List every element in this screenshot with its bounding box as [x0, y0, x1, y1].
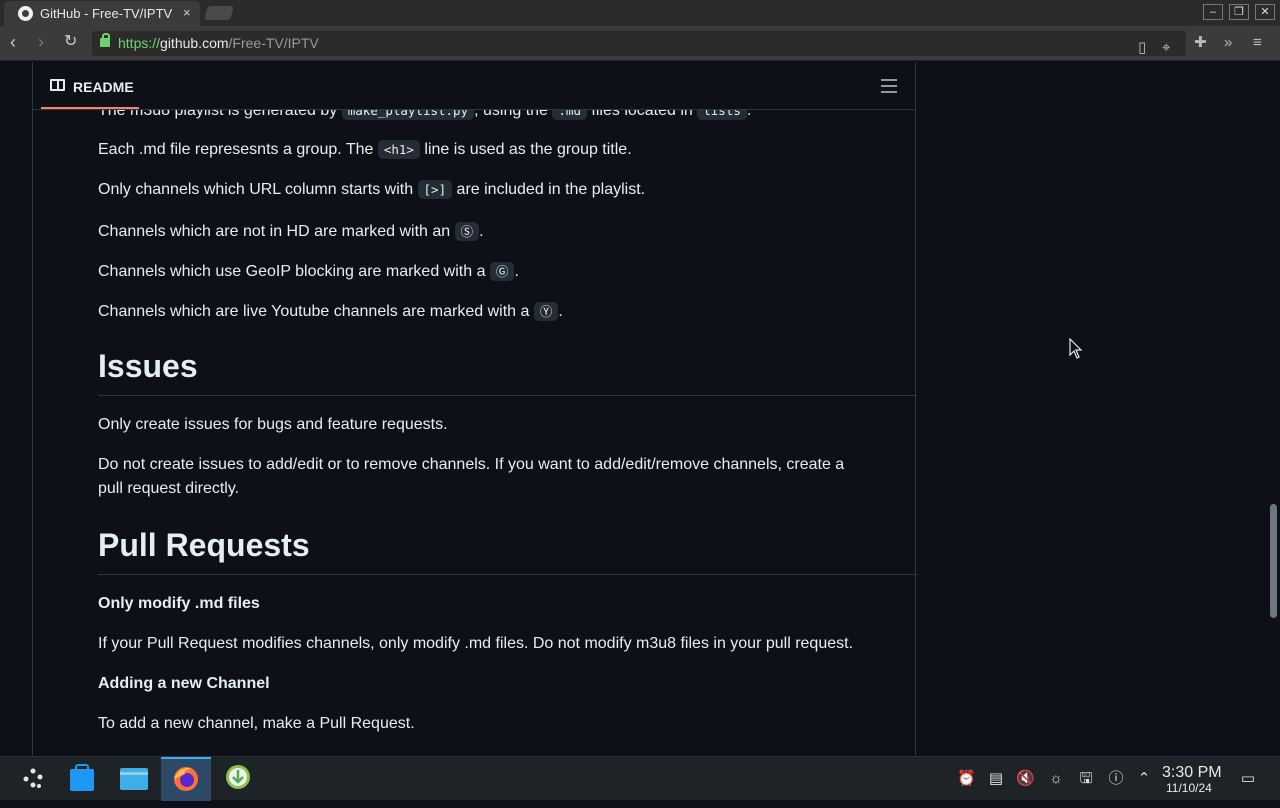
- volume-muted-icon[interactable]: 🔇: [1016, 770, 1035, 788]
- readme-tab[interactable]: README: [73, 79, 134, 95]
- new-tab-button[interactable]: [204, 6, 234, 20]
- paragraph-group: Each .md file represesnts a group. The <…: [98, 140, 632, 159]
- launcher-icon[interactable]: [8, 757, 58, 801]
- show-desktop-icon[interactable]: ▭: [1239, 770, 1257, 788]
- tab-bar: GitHub - Free-TV/IPTV × – ❐ ✕: [0, 0, 1280, 26]
- divider: [98, 574, 917, 575]
- translate-icon[interactable]: ⌖: [1162, 39, 1170, 57]
- overflow-icon[interactable]: »: [1224, 34, 1232, 52]
- help-icon[interactable]: ⓘ: [1107, 770, 1125, 788]
- subheading-only-modify-md: Only modify .md files: [98, 595, 260, 612]
- address-bar[interactable]: https://github.com/Free-TV/IPTV ▯ ⌖: [92, 31, 1186, 56]
- page-content: The m3u8 playlist is generated by make_p…: [0, 62, 1280, 756]
- clock-time[interactable]: 3:30 PM: [1162, 764, 1222, 782]
- brightness-icon[interactable]: ☼: [1047, 770, 1065, 788]
- restore-button[interactable]: ❐: [1229, 4, 1249, 20]
- paragraph-not-hd: Channels which are not in HD are marked …: [98, 222, 484, 241]
- paragraph-youtube: Channels which are live Youtube channels…: [98, 302, 563, 321]
- firefox-icon[interactable]: [161, 757, 211, 801]
- download-manager-icon[interactable]: [213, 757, 263, 801]
- paragraph-url-column: Only channels which URL column starts wi…: [98, 180, 646, 199]
- paragraph-add-channel: To add a new channel, make a Pull Reques…: [98, 715, 415, 732]
- lock-icon: [100, 33, 110, 47]
- code-arrow: [>]: [417, 180, 453, 199]
- mouse-cursor-icon: [1069, 337, 1083, 365]
- paragraph-geoip: Channels which use GeoIP blocking are ma…: [98, 262, 519, 281]
- heading-issues: Issues: [98, 348, 198, 384]
- menu-icon[interactable]: ≡: [1253, 34, 1262, 52]
- paragraph-issues-channels-2: pull request directly.: [98, 480, 240, 497]
- clock-date[interactable]: 11/10/24: [1166, 781, 1212, 795]
- toolbar: ‹ › ↻ https://github.com/Free-TV/IPTV ▯ …: [0, 26, 1280, 61]
- tab-github-iptv[interactable]: GitHub - Free-TV/IPTV ×: [4, 1, 200, 26]
- extensions-icon[interactable]: ✚: [1194, 34, 1207, 52]
- disk-icon[interactable]: 🖫: [1077, 770, 1095, 788]
- scrollbar[interactable]: [1268, 62, 1280, 756]
- tab-close-icon[interactable]: ×: [183, 5, 191, 20]
- url-text[interactable]: https://github.com/Free-TV/IPTV: [118, 35, 319, 51]
- minimize-button[interactable]: –: [1203, 4, 1223, 20]
- readme-header: README: [33, 62, 915, 110]
- paragraph-issues-channels-1: Do not create issues to add/edit or to r…: [98, 456, 845, 473]
- table-of-contents-icon[interactable]: [881, 79, 897, 93]
- divider: [98, 395, 917, 396]
- clipboard-icon[interactable]: ▤: [987, 770, 1005, 788]
- store-icon[interactable]: [57, 757, 107, 801]
- taskbar: ⏰ ▤ 🔇 ☼ 🖫 ⓘ ⌃ 3:30 PM 11/10/24 ▭: [0, 756, 1280, 801]
- code-s-marker: Ⓢ: [454, 222, 480, 241]
- notifications-icon[interactable]: ⏰: [957, 770, 976, 788]
- forward-icon[interactable]: ›: [38, 32, 44, 52]
- github-favicon-icon: [18, 6, 33, 21]
- code-h1: <h1>: [377, 140, 420, 159]
- tray-expand-icon[interactable]: ⌃: [1135, 770, 1153, 788]
- readme-container: The m3u8 playlist is generated by make_p…: [32, 62, 917, 756]
- back-icon[interactable]: ‹: [10, 32, 16, 52]
- book-icon: [50, 79, 65, 91]
- files-icon[interactable]: [109, 757, 159, 801]
- scrollbar-thumb[interactable]: [1270, 504, 1277, 618]
- paragraph-modify-md: If your Pull Request modifies channels, …: [98, 635, 854, 652]
- code-g-marker: Ⓖ: [489, 262, 515, 281]
- heading-pull-requests: Pull Requests: [98, 527, 310, 563]
- code-y-marker: Ⓨ: [533, 302, 559, 321]
- subheading-adding-channel: Adding a new Channel: [98, 675, 270, 692]
- paragraph-issues-bugs: Only create issues for bugs and feature …: [98, 416, 448, 433]
- active-tab-indicator: [41, 107, 139, 109]
- tab-title: GitHub - Free-TV/IPTV: [40, 6, 173, 21]
- close-window-button[interactable]: ✕: [1255, 4, 1275, 20]
- reader-icon[interactable]: ▯: [1138, 39, 1146, 57]
- reload-icon[interactable]: ↻: [64, 32, 77, 52]
